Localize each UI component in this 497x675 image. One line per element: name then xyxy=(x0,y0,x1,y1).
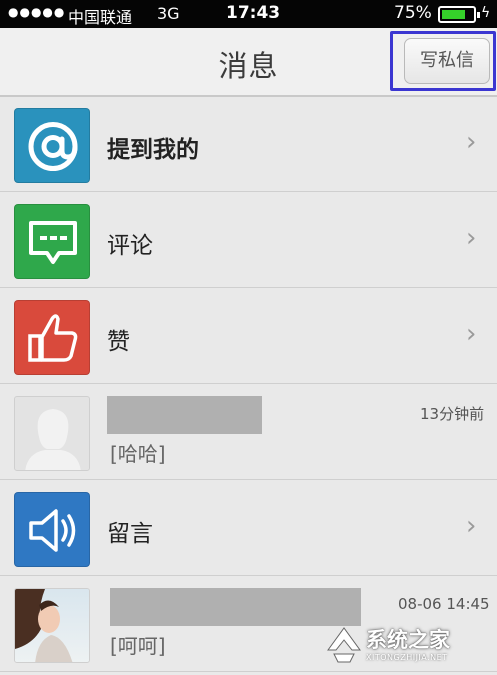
message-preview: [呵呵] xyxy=(110,634,166,658)
at-sign-icon xyxy=(14,108,90,183)
chevron-right-icon: › xyxy=(466,127,477,157)
row-label: 留言 xyxy=(107,521,153,547)
battery-percent: 75% xyxy=(394,3,432,23)
status-bar: ●●●●● 中国联通 3G 17:43 75% ϟ xyxy=(0,0,497,28)
comment-bubble-icon xyxy=(14,204,90,279)
network-type: 3G xyxy=(157,4,180,23)
write-message-button[interactable]: 写私信 xyxy=(404,38,490,84)
row-label: 赞 xyxy=(107,329,130,355)
carrier-name: 中国联通 xyxy=(68,8,133,27)
message-time: 08-06 14:45 xyxy=(398,595,490,613)
battery-icon xyxy=(438,6,480,23)
watermark-subtitle: XITONGZHIJIA.NET xyxy=(366,653,448,662)
watermark-title: 系统之家 xyxy=(366,628,450,652)
list-item-mentions[interactable]: 提到我的 › xyxy=(0,97,497,192)
sender-name-redacted xyxy=(107,396,262,434)
signal-strength-icon: ●●●●● xyxy=(8,5,66,19)
user-photo xyxy=(14,588,90,663)
battery-fill xyxy=(442,10,465,19)
speaker-icon xyxy=(14,492,90,567)
nav-bar: 消息 写私信 xyxy=(0,28,497,97)
message-preview: [哈哈] xyxy=(110,442,166,466)
list-item-guestbook[interactable]: 留言 › xyxy=(0,481,497,576)
chevron-right-icon: › xyxy=(466,319,477,349)
watermark: 系统之家 XITONGZHIJIA.NET xyxy=(320,620,495,672)
default-avatar-icon xyxy=(14,396,90,471)
list-item-message[interactable]: 13分钟前 [哈哈] xyxy=(0,385,497,480)
thumbs-up-icon xyxy=(14,300,90,375)
chevron-right-icon: › xyxy=(466,223,477,253)
status-time: 17:43 xyxy=(226,3,281,23)
watermark-logo-icon xyxy=(327,627,361,663)
list-item-likes[interactable]: 赞 › xyxy=(0,289,497,384)
charging-icon: ϟ xyxy=(481,5,491,21)
row-label: 评论 xyxy=(107,233,153,259)
row-label: 提到我的 xyxy=(107,137,199,163)
chevron-right-icon: › xyxy=(466,511,477,541)
message-time: 13分钟前 xyxy=(420,405,485,423)
list-item-comments[interactable]: 评论 › xyxy=(0,193,497,288)
